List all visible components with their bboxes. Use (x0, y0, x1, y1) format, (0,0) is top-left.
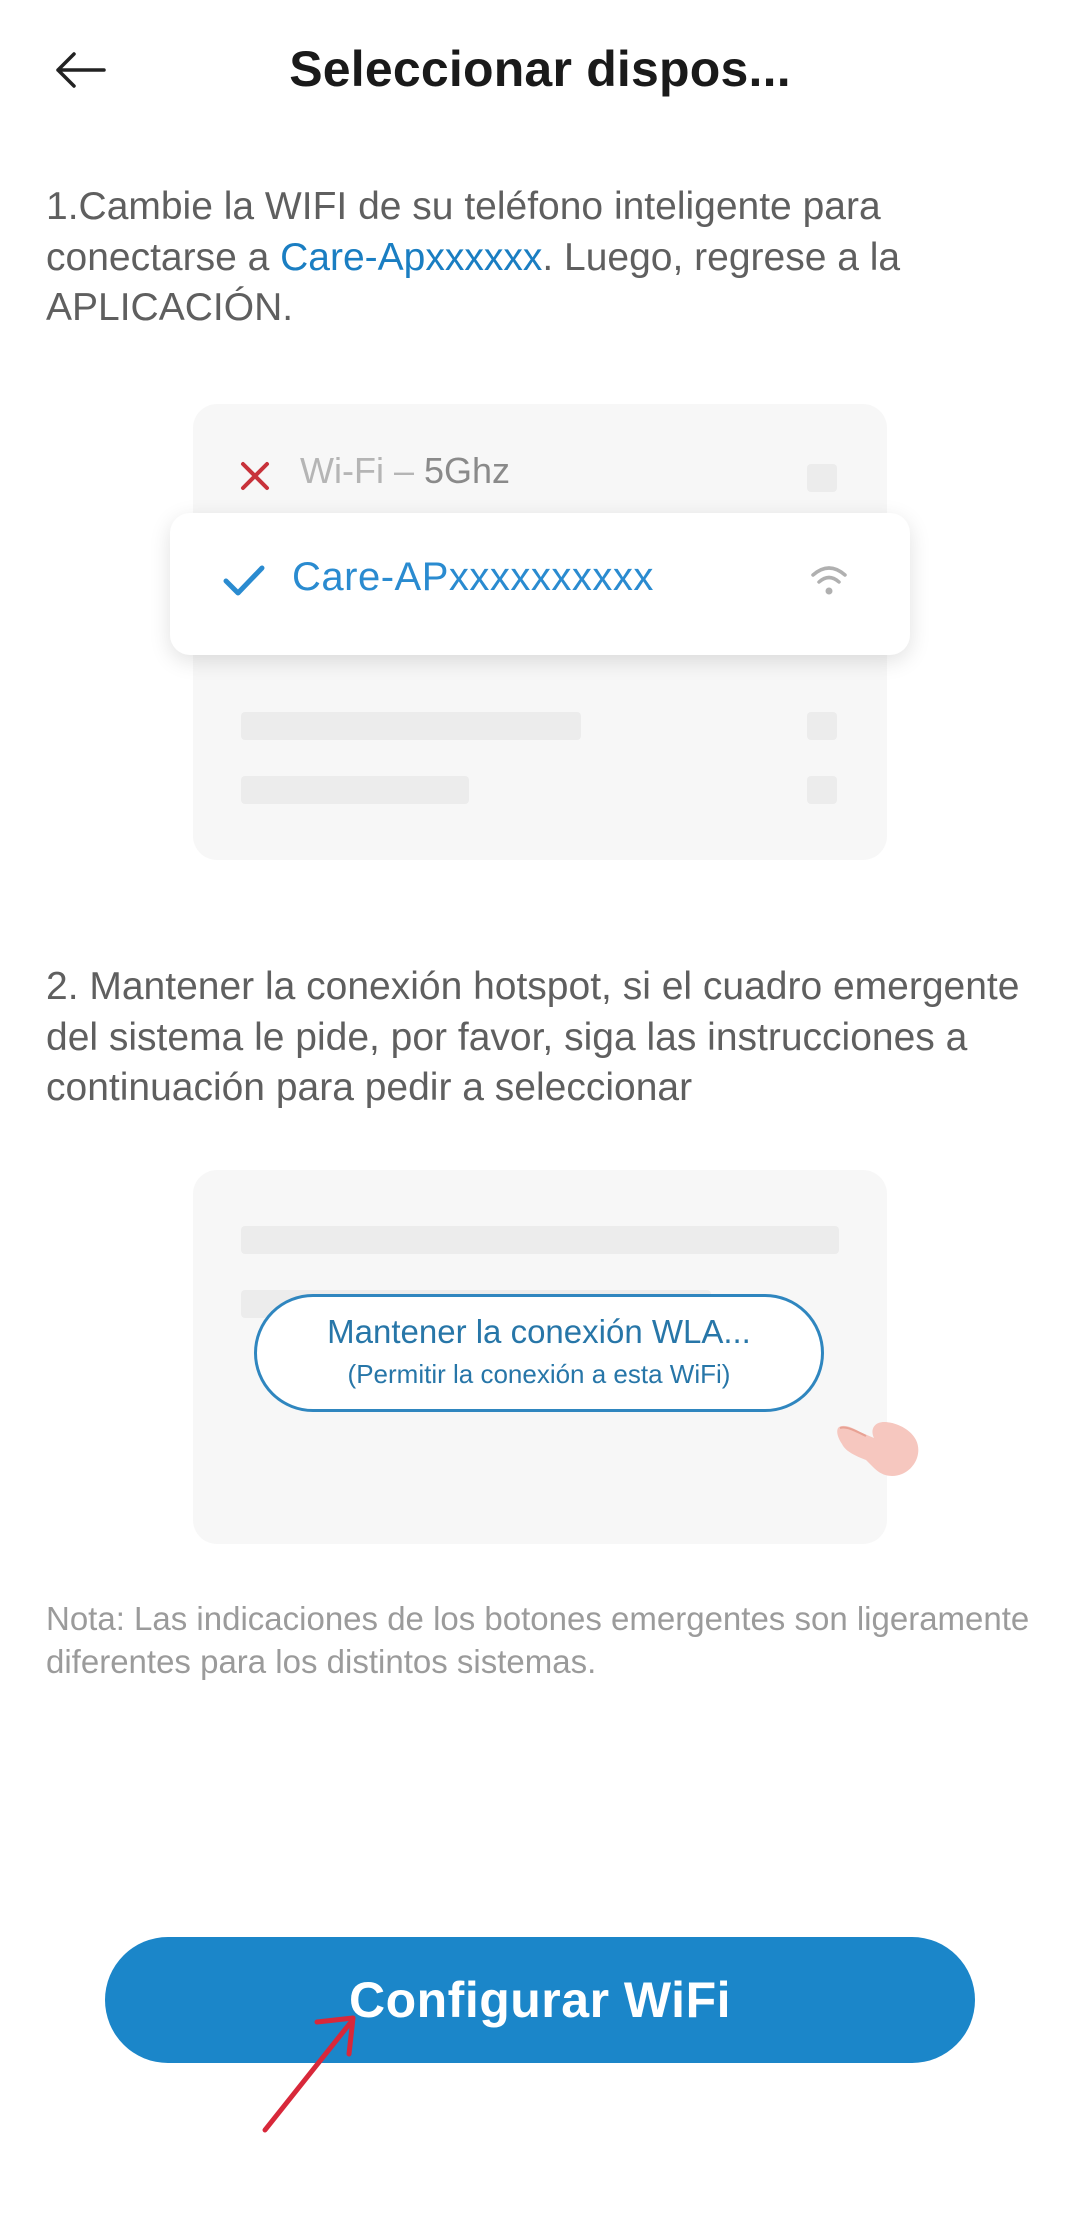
placeholder-bar (241, 776, 469, 804)
red-arrow-icon (262, 2015, 356, 2133)
care-ap-network-name: Care-APxxxxxxxxxx (292, 555, 654, 599)
note-text: Nota: Las indicaciones de los botones em… (46, 1600, 1030, 1680)
x-icon (241, 462, 269, 490)
wifi-5ghz-label: Wi-Fi – 5Ghz (300, 450, 511, 491)
configure-wifi-button[interactable]: Configurar WiFi (105, 1937, 975, 2063)
hand-pointer-icon (837, 1422, 919, 1476)
header-bar: Seleccionar dispos... (0, 0, 1080, 150)
page-title: Seleccionar dispos... (289, 41, 791, 97)
step2-instructions: 2. Mantener la conexión hotspot, si el c… (46, 965, 1020, 1110)
wifi-row-5ghz: Wi-Fi – 5Ghz (193, 444, 887, 514)
ap-name-highlight: Care-Apxxxxxx (280, 235, 543, 279)
row-placeholder-square (807, 776, 837, 804)
check-icon (223, 565, 265, 596)
care-ap-network-row: Care-APxxxxxxxxxx (170, 513, 910, 655)
placeholder-bar (241, 1226, 839, 1254)
row-placeholder-square (807, 712, 837, 740)
wifi-signal-icon (811, 566, 847, 595)
row-placeholder-square (807, 464, 837, 492)
placeholder-bar (241, 712, 581, 740)
keep-wlan-connection-button[interactable]: Mantener la conexión WLA... (Permitir la… (254, 1294, 824, 1412)
keep-wlan-button-sublabel: (Permitir la conexión a esta WiFi) (347, 1359, 731, 1389)
keep-wlan-button-label: Mantener la conexión WLA... (327, 1313, 751, 1350)
step1-instructions: 1.Cambie la WIFI de su teléfono intelige… (46, 185, 901, 330)
configure-wifi-label: Configurar WiFi (348, 1972, 731, 2028)
